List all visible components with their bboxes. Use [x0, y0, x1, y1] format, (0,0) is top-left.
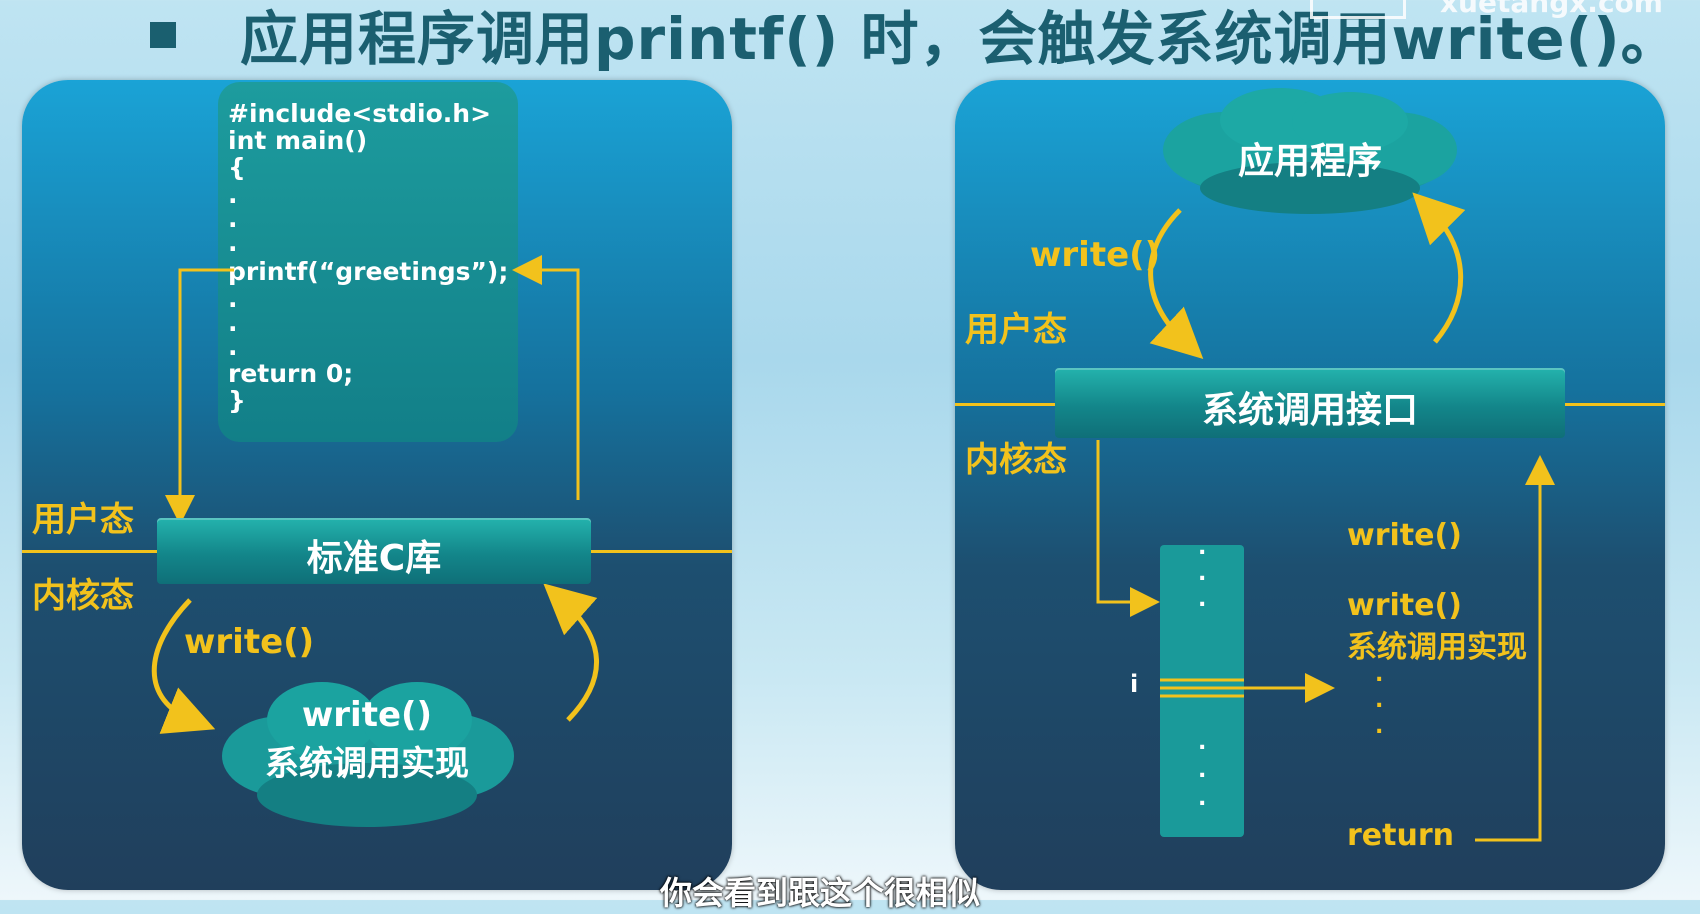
table-index-label: i [1130, 670, 1139, 698]
right-diagram-graphics [1096, 88, 1555, 842]
table-dot: . [1198, 786, 1207, 811]
stdc-library-bar: 标准C库 [157, 518, 591, 584]
watermark-logo: xuetangx.com [1440, 0, 1663, 19]
cloud-line1: write() [301, 695, 433, 735]
curve-up-arrow [543, 583, 599, 722]
impl-text: 系统调用实现 [1347, 630, 1527, 665]
up-arrow [512, 255, 580, 500]
syscall-interface-bar: 系统调用接口 [1055, 368, 1565, 438]
title-row: 应用程序调用printf() 时，会触发系统调用write()。 xuetang… [0, 0, 1700, 73]
curve-up-arrow [1412, 192, 1466, 344]
curve-down-arrow [1148, 208, 1204, 360]
impl-dot: . [1375, 688, 1384, 713]
video-subtitle: 你会看到跟这个很相似 [660, 874, 981, 912]
write-call-label: write() [1030, 235, 1161, 275]
kernel-mode-label: 内核态 [965, 440, 1067, 480]
app-cloud-label: 应用程序 [1237, 141, 1382, 182]
impl-dot: . [1375, 714, 1384, 739]
table-dot: . [1198, 535, 1207, 560]
impl-return: return [1347, 818, 1454, 853]
impl-write1: write() [1347, 518, 1462, 553]
cloud-line2: 系统调用实现 [265, 744, 469, 784]
user-mode-label: 用户态 [32, 500, 134, 540]
left-diagram-panel: #include<stdio.h> int main() { . . . pri… [22, 80, 732, 890]
table-dot: . [1198, 730, 1207, 755]
table-dot: . [1198, 561, 1207, 586]
impl-dot: . [1375, 662, 1384, 687]
logo-book-icon [1310, 0, 1406, 19]
down-arrow [165, 268, 234, 525]
bar-label: 标准C库 [306, 538, 442, 579]
impl-write2: write() [1347, 588, 1462, 623]
write-call-label: write() [184, 622, 315, 662]
bullet-square-icon [150, 22, 176, 48]
bar-label: 系统调用接口 [1201, 390, 1418, 431]
to-table-arrow [1096, 440, 1160, 617]
kernel-mode-label: 内核态 [32, 576, 134, 616]
table-dot: . [1198, 587, 1207, 612]
right-diagram-panel: 应用程序 write() 系统调用接口 用户态 内核态 . . . i . . … [955, 80, 1665, 890]
table-dot: . [1198, 758, 1207, 783]
user-mode-label: 用户态 [965, 310, 1067, 350]
